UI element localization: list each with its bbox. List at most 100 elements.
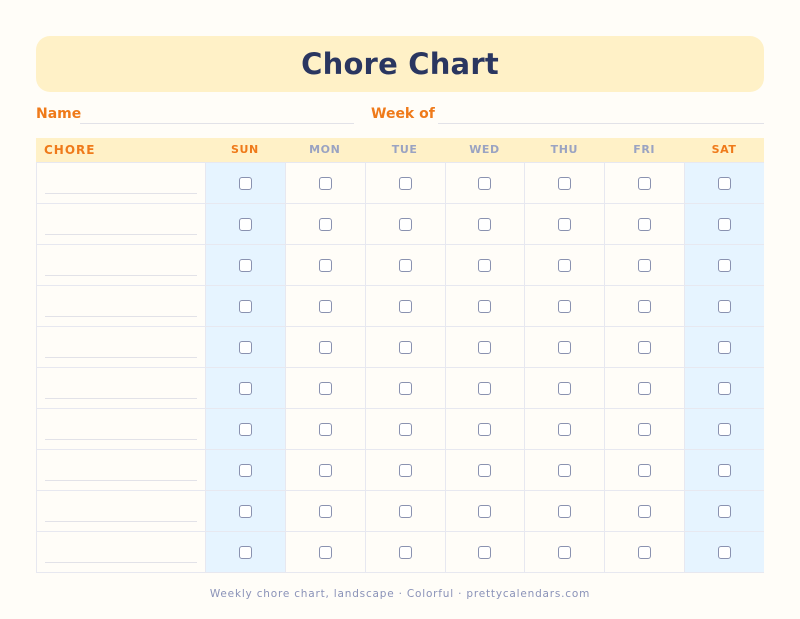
checkbox-icon[interactable] xyxy=(478,217,492,231)
chore-name-cell[interactable] xyxy=(36,286,205,326)
checkbox-icon[interactable] xyxy=(238,381,252,395)
checkbox-icon[interactable] xyxy=(558,176,572,190)
day-cell-sat xyxy=(684,286,764,326)
checkbox-icon[interactable] xyxy=(398,299,412,313)
checkbox-icon[interactable] xyxy=(478,176,492,190)
checkbox-icon[interactable] xyxy=(238,504,252,518)
checkbox-icon[interactable] xyxy=(318,340,332,354)
checkbox-icon[interactable] xyxy=(718,299,732,313)
chore-row xyxy=(36,245,764,286)
checkbox-icon[interactable] xyxy=(638,299,652,313)
checkbox-icon[interactable] xyxy=(318,504,332,518)
checkbox-icon[interactable] xyxy=(398,176,412,190)
chore-name-cell[interactable] xyxy=(36,532,205,572)
checkbox-icon[interactable] xyxy=(638,422,652,436)
checkbox-icon[interactable] xyxy=(238,217,252,231)
checkbox-icon[interactable] xyxy=(718,545,732,559)
checkbox-icon[interactable] xyxy=(478,381,492,395)
checkbox-icon[interactable] xyxy=(478,258,492,272)
name-line[interactable] xyxy=(80,123,354,124)
checkbox-icon[interactable] xyxy=(478,422,492,436)
checkbox-icon[interactable] xyxy=(638,463,652,477)
checkbox-icon[interactable] xyxy=(718,217,732,231)
checkbox-icon[interactable] xyxy=(558,504,572,518)
chore-name-cell[interactable] xyxy=(36,368,205,408)
checkbox-icon[interactable] xyxy=(318,217,332,231)
checkbox-icon[interactable] xyxy=(398,463,412,477)
day-cell-wed xyxy=(444,368,525,408)
checkbox-icon[interactable] xyxy=(318,176,332,190)
checkbox-icon[interactable] xyxy=(318,545,332,559)
checkbox-icon[interactable] xyxy=(718,340,732,354)
checkbox-icon[interactable] xyxy=(638,545,652,559)
week-field[interactable]: Week of xyxy=(371,106,764,126)
checkbox-icon[interactable] xyxy=(558,340,572,354)
checkbox-icon[interactable] xyxy=(398,340,412,354)
checkbox-icon[interactable] xyxy=(318,381,332,395)
checkbox-icon[interactable] xyxy=(478,504,492,518)
checkbox-icon[interactable] xyxy=(558,381,572,395)
chore-name-cell[interactable] xyxy=(36,450,205,490)
day-cell-thu xyxy=(524,368,604,408)
day-cell-sun xyxy=(205,409,285,449)
day-cell-wed xyxy=(444,450,525,490)
checkbox-icon[interactable] xyxy=(398,545,412,559)
checkbox-icon[interactable] xyxy=(238,340,252,354)
chore-name-cell[interactable] xyxy=(36,409,205,449)
chore-write-line xyxy=(45,275,197,276)
week-line[interactable] xyxy=(438,123,764,124)
checkbox-icon[interactable] xyxy=(638,340,652,354)
checkbox-icon[interactable] xyxy=(638,176,652,190)
checkbox-icon[interactable] xyxy=(398,381,412,395)
chore-name-cell[interactable] xyxy=(36,163,205,203)
checkbox-icon[interactable] xyxy=(238,258,252,272)
chore-name-cell[interactable] xyxy=(36,204,205,244)
chore-name-cell[interactable] xyxy=(36,491,205,531)
checkbox-icon[interactable] xyxy=(638,504,652,518)
checkbox-icon[interactable] xyxy=(238,545,252,559)
checkbox-icon[interactable] xyxy=(478,340,492,354)
checkbox-icon[interactable] xyxy=(638,258,652,272)
checkbox-icon[interactable] xyxy=(238,299,252,313)
checkbox-icon[interactable] xyxy=(558,545,572,559)
checkbox-icon[interactable] xyxy=(558,299,572,313)
checkbox-icon[interactable] xyxy=(558,422,572,436)
checkbox-icon[interactable] xyxy=(558,258,572,272)
checkbox-icon[interactable] xyxy=(318,422,332,436)
chore-write-line xyxy=(45,193,197,194)
checkbox-icon[interactable] xyxy=(398,258,412,272)
week-label: Week of xyxy=(371,106,435,122)
day-cell-sun xyxy=(205,245,285,285)
checkbox-icon[interactable] xyxy=(238,176,252,190)
chore-name-cell[interactable] xyxy=(36,245,205,285)
checkbox-icon[interactable] xyxy=(718,463,732,477)
checkbox-icon[interactable] xyxy=(238,463,252,477)
day-cell-tue xyxy=(364,532,445,572)
day-cell-mon xyxy=(284,532,365,572)
name-field[interactable]: Name xyxy=(36,106,356,126)
checkbox-icon[interactable] xyxy=(558,463,572,477)
checkbox-icon[interactable] xyxy=(638,381,652,395)
checkbox-icon[interactable] xyxy=(398,422,412,436)
checkbox-icon[interactable] xyxy=(318,299,332,313)
day-cell-mon xyxy=(284,204,365,244)
chore-name-cell[interactable] xyxy=(36,327,205,367)
checkbox-icon[interactable] xyxy=(318,463,332,477)
checkbox-icon[interactable] xyxy=(478,463,492,477)
checkbox-icon[interactable] xyxy=(398,504,412,518)
checkbox-icon[interactable] xyxy=(558,217,572,231)
checkbox-icon[interactable] xyxy=(238,422,252,436)
checkbox-icon[interactable] xyxy=(478,299,492,313)
checkbox-icon[interactable] xyxy=(718,176,732,190)
checkbox-icon[interactable] xyxy=(718,422,732,436)
checkbox-icon[interactable] xyxy=(718,381,732,395)
checkbox-icon[interactable] xyxy=(398,217,412,231)
day-cell-thu xyxy=(524,409,604,449)
day-cell-tue xyxy=(364,491,445,531)
checkbox-icon[interactable] xyxy=(638,217,652,231)
checkbox-icon[interactable] xyxy=(718,258,732,272)
day-cell-wed xyxy=(444,204,525,244)
checkbox-icon[interactable] xyxy=(478,545,492,559)
checkbox-icon[interactable] xyxy=(318,258,332,272)
checkbox-icon[interactable] xyxy=(718,504,732,518)
